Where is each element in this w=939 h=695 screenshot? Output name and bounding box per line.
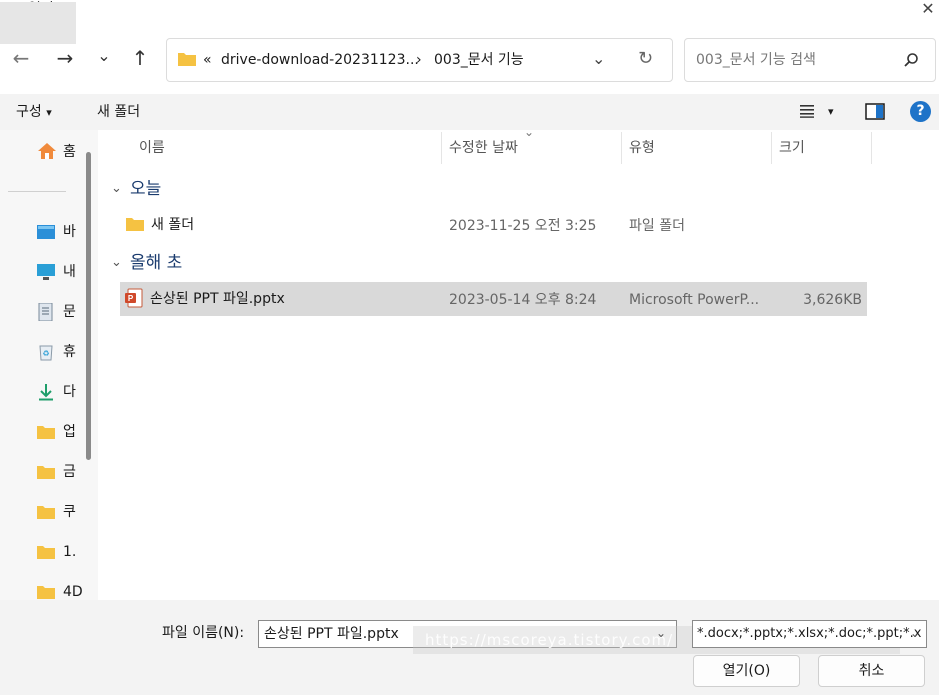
recent-locations-chevron-icon[interactable]: ⌄: [92, 46, 116, 70]
download-icon: [39, 384, 53, 401]
column-divider[interactable]: [871, 132, 872, 164]
view-list-icon[interactable]: [799, 104, 815, 118]
sidebar-item-label: 문: [63, 304, 76, 320]
sidebar-divider: [8, 191, 66, 192]
sidebar-item-home[interactable]: [0, 2, 76, 44]
address-overflow-icon[interactable]: «: [203, 50, 212, 70]
sidebar-item-label: 내: [63, 264, 76, 280]
filetype-select[interactable]: *.docx;*.pptx;*.xlsx;*.doc;*.ppt;*.x: [692, 620, 927, 648]
folder-icon: [126, 218, 144, 231]
breadcrumb-separator-icon[interactable]: ›: [416, 50, 422, 70]
group-collapse-chevron-icon[interactable]: ⌄: [111, 255, 122, 270]
search-input[interactable]: 003_문서 기능 검색: [696, 50, 816, 70]
folder-icon: [37, 506, 55, 519]
breadcrumb-item[interactable]: 003_문서 기능: [434, 50, 524, 70]
new-folder-button[interactable]: 새 폴더: [97, 103, 140, 121]
file-name: 새 폴더: [151, 217, 195, 233]
file-modified: 2023-11-25 오전 3:25: [449, 218, 597, 234]
forward-button[interactable]: →: [53, 48, 77, 72]
filename-label: 파일 이름(N):: [162, 625, 245, 641]
file-modified: 2023-05-14 오후 8:24: [449, 292, 597, 308]
sidebar-item-label: 홈: [63, 144, 76, 160]
file-name: 손상된 PPT 파일.pptx: [150, 291, 285, 307]
column-header-name[interactable]: 이름: [139, 138, 165, 158]
search-icon[interactable]: [903, 52, 919, 68]
column-header-size[interactable]: 크기: [779, 138, 805, 158]
sidebar-item-folder[interactable]: 금: [36, 461, 96, 485]
sidebar-item-label: 4D: [63, 584, 83, 599]
sidebar-item-label: 업: [63, 424, 76, 440]
home-icon: [38, 143, 56, 159]
file-list: [98, 130, 939, 600]
filetype-dropdown-icon[interactable]: ⌄: [910, 626, 920, 640]
sidebar-item-folder[interactable]: 쿠: [36, 501, 96, 525]
documents-icon: [38, 303, 53, 321]
open-button[interactable]: 열기(O): [693, 655, 800, 687]
folder-icon: [37, 466, 55, 479]
column-divider[interactable]: [621, 132, 622, 164]
chevron-down-icon: ▾: [46, 106, 52, 119]
preview-pane-icon[interactable]: [865, 103, 885, 120]
refresh-icon[interactable]: ↻: [638, 49, 653, 69]
sidebar-item-label: 휴: [63, 344, 76, 360]
column-header-modified[interactable]: 수정한 날짜: [449, 138, 518, 158]
pc-icon: [37, 264, 55, 280]
file-type: Microsoft PowerP...: [629, 292, 760, 308]
group-header-today[interactable]: 오늘: [130, 178, 161, 200]
sidebar-item-label: 1.: [63, 544, 77, 560]
sidebar-item-folder[interactable]: 4D: [36, 581, 96, 599]
folder-icon: [37, 546, 55, 559]
column-header-type[interactable]: 유형: [629, 138, 655, 158]
organize-label: 구성: [16, 104, 42, 120]
sidebar-scrollbar[interactable]: [86, 152, 91, 460]
column-divider[interactable]: [771, 132, 772, 164]
recycle-bin-icon: ♻: [39, 345, 53, 361]
navigation-pane: [0, 130, 98, 600]
sidebar-item-label: 금: [63, 464, 76, 480]
address-dropdown-icon[interactable]: ⌄: [592, 49, 605, 69]
sort-indicator-icon: ⌄: [524, 125, 535, 139]
desktop-icon: [37, 225, 55, 239]
organize-button[interactable]: 구성 ▾: [16, 103, 52, 122]
help-icon[interactable]: ?: [910, 101, 931, 122]
sidebar-item-label: 바: [63, 224, 76, 240]
powerpoint-icon: P: [125, 288, 143, 308]
breadcrumb-item[interactable]: drive-download-20231123...: [221, 50, 419, 70]
svg-text:♻: ♻: [42, 349, 49, 358]
group-collapse-chevron-icon[interactable]: ⌄: [111, 181, 122, 196]
sidebar-item-folder[interactable]: 1.: [36, 541, 96, 565]
file-size: 3,626KB: [803, 292, 862, 308]
title-bar: [0, 0, 939, 20]
up-button[interactable]: ↑: [128, 48, 152, 72]
column-divider[interactable]: [441, 132, 442, 164]
file-type: 파일 폴더: [629, 218, 685, 234]
svg-text:P: P: [128, 294, 134, 303]
folder-icon: [37, 586, 55, 599]
back-button[interactable]: ←: [9, 48, 33, 72]
folder-icon: [37, 426, 55, 439]
sidebar-item-label: 다: [63, 384, 76, 400]
filename-dropdown-icon[interactable]: ⌄: [656, 626, 666, 640]
sidebar-item-label: 쿠: [63, 504, 76, 520]
close-icon[interactable]: ✕: [918, 0, 938, 18]
cancel-button[interactable]: 취소: [818, 655, 925, 687]
view-options-chevron-icon[interactable]: ▾: [828, 103, 834, 121]
group-header-earlier-this-year[interactable]: 올해 초: [130, 252, 182, 274]
folder-icon: [178, 53, 196, 66]
